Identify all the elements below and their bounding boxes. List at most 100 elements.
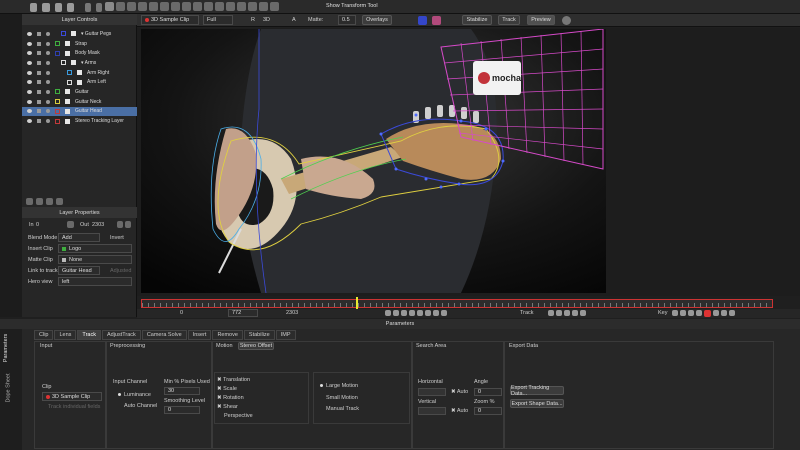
scale-tool-icon[interactable]: [149, 2, 158, 11]
layer-color-swatch[interactable]: [55, 89, 60, 95]
play-forward-icon[interactable]: [417, 310, 423, 316]
freehand-tool-icon[interactable]: [226, 2, 235, 11]
matte-swatch[interactable]: [71, 60, 76, 66]
track-forward-icon[interactable]: [580, 310, 586, 316]
layer-row[interactable]: Arm Right: [22, 68, 137, 78]
matte-swatch[interactable]: [71, 31, 76, 37]
layer-color-swatch[interactable]: [61, 31, 66, 37]
vertical-auto-checkbox[interactable]: ✖ Auto: [451, 408, 468, 414]
cog-icon[interactable]: [46, 109, 50, 114]
blend-mode-select[interactable]: Add: [58, 233, 100, 242]
param-tab-remove[interactable]: Remove: [212, 330, 243, 340]
param-tab-imp[interactable]: IMP: [275, 330, 296, 340]
visibility-eye-icon[interactable]: [27, 109, 32, 114]
cog-icon[interactable]: [46, 89, 50, 94]
overlays-button[interactable]: Overlays: [362, 15, 392, 25]
pan-tool-icon[interactable]: [160, 2, 169, 11]
cog-icon[interactable]: [46, 60, 50, 65]
matte-swatch[interactable]: [65, 118, 70, 124]
export-tracking-data-button[interactable]: Export Tracking Data...: [510, 385, 564, 397]
select-points-icon[interactable]: [116, 2, 125, 11]
stereo-offset-tab[interactable]: Stereo Offset: [238, 342, 274, 350]
prev-key-icon[interactable]: [672, 310, 678, 316]
clip-select[interactable]: 3D Sample Clip: [141, 15, 199, 25]
layer-row[interactable]: Arm Left: [22, 77, 137, 87]
layer-color-swatch[interactable]: [67, 79, 72, 85]
param-tab-track[interactable]: Track: [77, 330, 101, 340]
circle-tool-icon[interactable]: [248, 2, 257, 11]
layer-color-swatch[interactable]: [61, 60, 66, 66]
visibility-eye-icon[interactable]: [27, 99, 32, 104]
lock-icon[interactable]: [37, 41, 41, 46]
layer-row[interactable]: Guitar Neck: [22, 97, 137, 107]
track-button[interactable]: Track: [498, 15, 520, 25]
layer-color-swatch[interactable]: [55, 118, 60, 124]
lock-icon[interactable]: [37, 70, 41, 75]
track-step-forward-icon[interactable]: [572, 310, 578, 316]
scale-checkbox[interactable]: ✖ Scale: [217, 386, 237, 392]
lock-icon[interactable]: [37, 80, 41, 85]
view-mode-a[interactable]: A: [292, 17, 296, 23]
layer-row[interactable]: Body Mask: [22, 48, 137, 58]
lock-icon[interactable]: [37, 31, 41, 36]
cog-icon[interactable]: [46, 51, 50, 56]
visibility-eye-icon[interactable]: [27, 51, 32, 56]
matte-swatch[interactable]: [65, 50, 70, 56]
new-project-icon[interactable]: [30, 3, 37, 12]
visibility-eye-icon[interactable]: [27, 31, 32, 36]
key-options-icon[interactable]: [713, 310, 719, 316]
add-point-icon[interactable]: [204, 2, 213, 11]
vertical-field[interactable]: [418, 407, 446, 415]
matte-swatch[interactable]: [65, 89, 70, 95]
open-project-icon[interactable]: [42, 3, 50, 12]
viewer-settings-icon[interactable]: [562, 16, 571, 25]
go-to-start-icon[interactable]: [385, 310, 391, 316]
matte-color-icon[interactable]: [432, 16, 441, 25]
track-individual-fields-checkbox[interactable]: Track individual fields: [48, 404, 100, 410]
large-motion-radio[interactable]: Large Motion: [320, 383, 358, 389]
layer-color-swatch[interactable]: [55, 108, 60, 114]
preview-button[interactable]: Preview: [527, 15, 555, 25]
param-tab-lens[interactable]: Lens: [54, 330, 77, 340]
cog-icon[interactable]: [46, 41, 50, 46]
go-to-end-icon[interactable]: [433, 310, 439, 316]
translation-checkbox[interactable]: ✖ Translation: [217, 377, 250, 383]
track-backward-icon[interactable]: [548, 310, 554, 316]
rotation-checkbox[interactable]: ✖ Rotation: [217, 395, 244, 401]
visibility-eye-icon[interactable]: [27, 80, 32, 85]
rotate-tool-icon[interactable]: [138, 2, 147, 11]
stop-icon[interactable]: [409, 310, 415, 316]
export-shape-data-button[interactable]: Export Shape Data...: [510, 399, 564, 408]
perspective-checkbox[interactable]: Perspective: [224, 413, 253, 419]
layer-row[interactable]: Strap: [22, 39, 137, 49]
horizontal-field[interactable]: [418, 388, 446, 396]
transform-tool-icon[interactable]: [259, 2, 268, 11]
view-mode-letter[interactable]: R: [251, 17, 255, 23]
add-layer-icon[interactable]: [26, 197, 33, 205]
lock-icon[interactable]: [37, 60, 41, 65]
loop-icon[interactable]: [441, 310, 447, 316]
select-all-icon[interactable]: [127, 2, 136, 11]
set-in-point-icon[interactable]: [67, 221, 74, 228]
timeline-playhead[interactable]: [355, 297, 358, 309]
move-tool-icon[interactable]: [270, 2, 279, 11]
add-key-icon[interactable]: [680, 310, 686, 316]
zoom-field[interactable]: 0: [474, 407, 502, 415]
play-backward-icon[interactable]: [401, 310, 407, 316]
step-back-icon[interactable]: [393, 310, 399, 316]
export-icon[interactable]: [67, 3, 74, 12]
hero-view-select[interactable]: left: [58, 277, 132, 286]
save-project-icon[interactable]: [55, 3, 62, 12]
layer-row[interactable]: Guitar Head: [22, 106, 137, 117]
set-out-point-icon[interactable]: [117, 221, 123, 228]
next-key-icon[interactable]: [688, 310, 694, 316]
matte-swatch[interactable]: [77, 70, 82, 76]
visibility-eye-icon[interactable]: [27, 119, 32, 124]
zoom-tool-icon[interactable]: [171, 2, 180, 11]
reset-out-point-icon[interactable]: [125, 221, 131, 228]
layer-row[interactable]: Stereo Tracking Layer: [22, 116, 137, 126]
current-frame-field[interactable]: 772: [228, 309, 258, 317]
track-step-back-icon[interactable]: [556, 310, 562, 316]
param-tab-stabilize[interactable]: Stabilize: [243, 330, 275, 340]
input-clip-select[interactable]: 3D Sample Clip: [42, 392, 102, 401]
